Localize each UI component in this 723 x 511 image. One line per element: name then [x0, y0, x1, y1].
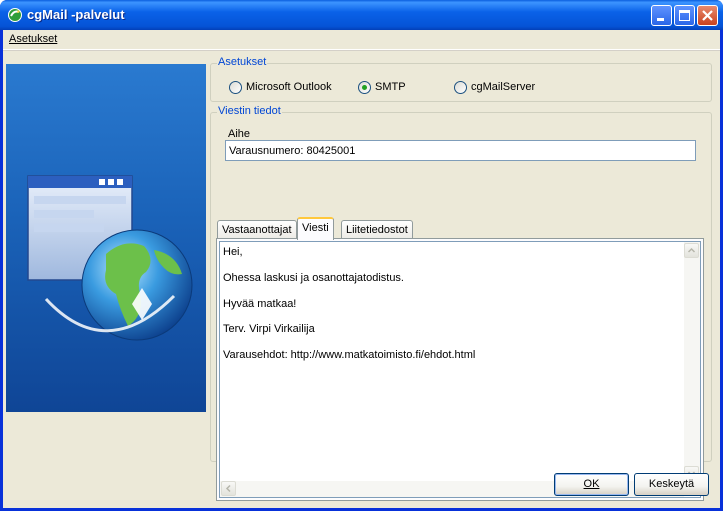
settings-group-title: Asetukset	[217, 56, 268, 68]
vertical-scrollbar[interactable]	[684, 242, 700, 481]
subject-input[interactable]	[225, 140, 696, 161]
maximize-icon	[679, 10, 690, 21]
window-title: cgMail -palvelut	[27, 7, 125, 22]
message-tab-panel: Hei, Ohessa laskusi ja osanottajatodistu…	[216, 238, 704, 501]
window-globe-icon	[27, 175, 193, 341]
tab-label: Liitetiedostot	[346, 224, 408, 236]
message-line: Ohessa laskusi ja osanottajatodistus.	[223, 272, 404, 284]
tab-label: Viesti	[302, 222, 329, 234]
radio-circle	[358, 81, 371, 94]
tab-vastaanottajat[interactable]: Vastaanottajat	[217, 220, 297, 238]
tab-viesti[interactable]: Viesti	[297, 217, 334, 240]
message-group-title: Viestin tiedot	[217, 105, 282, 117]
message-line: Terv. Virpi Virkailija	[223, 323, 315, 335]
title-bar[interactable]: cgMail -palvelut	[0, 0, 723, 30]
scroll-up-button[interactable]	[684, 243, 699, 258]
chevron-up-icon	[687, 247, 696, 253]
cgmail-app-icon	[7, 7, 23, 23]
menu-asetukset-label: Asetukset	[9, 33, 58, 45]
message-details-group: Viestin tiedot Aihe Vastaanottajat Viest…	[210, 105, 712, 501]
message-body-textarea[interactable]: Hei, Ohessa laskusi ja osanottajatodistu…	[219, 241, 701, 498]
message-line: Hei,	[223, 246, 243, 258]
minimize-button[interactable]	[651, 5, 672, 26]
radio-circle	[454, 81, 467, 94]
minimize-icon	[657, 18, 664, 21]
chevron-left-icon	[225, 484, 231, 493]
cancel-button[interactable]: Keskeytä	[634, 473, 709, 496]
radio-label: cgMailServer	[471, 81, 536, 93]
close-icon	[702, 10, 713, 21]
client-area: Asetukset Asetukset Microsoft Outlook SM…	[3, 30, 720, 508]
radio-label: Microsoft Outlook	[246, 81, 332, 93]
tab-label: Vastaanottajat	[222, 224, 292, 236]
maximize-button[interactable]	[674, 5, 695, 26]
cancel-button-label: Keskeytä	[648, 478, 695, 490]
radio-circle	[229, 81, 242, 94]
banner-image	[6, 64, 206, 412]
tab-liitetiedostot[interactable]: Liitetiedostot	[341, 220, 413, 238]
settings-group: Asetukset Microsoft Outlook SMTP cgMailS…	[210, 56, 712, 102]
message-line: Varausehdot: http://www.matkatoimisto.fi…	[223, 349, 476, 361]
menu-bar: Asetukset	[3, 30, 720, 50]
message-line: Hyvää matkaa!	[223, 298, 297, 310]
close-button[interactable]	[697, 5, 718, 26]
radio-selected-dot	[362, 85, 367, 90]
ok-button-label: OK	[583, 478, 600, 490]
ok-button[interactable]: OK	[554, 473, 629, 496]
radio-label: SMTP	[375, 81, 406, 93]
app-window: cgMail -palvelut Asetukset Asetukset Mic…	[0, 0, 723, 511]
menu-asetukset[interactable]: Asetukset	[9, 33, 57, 45]
subject-label: Aihe	[228, 128, 251, 140]
scroll-left-button[interactable]	[221, 481, 236, 496]
